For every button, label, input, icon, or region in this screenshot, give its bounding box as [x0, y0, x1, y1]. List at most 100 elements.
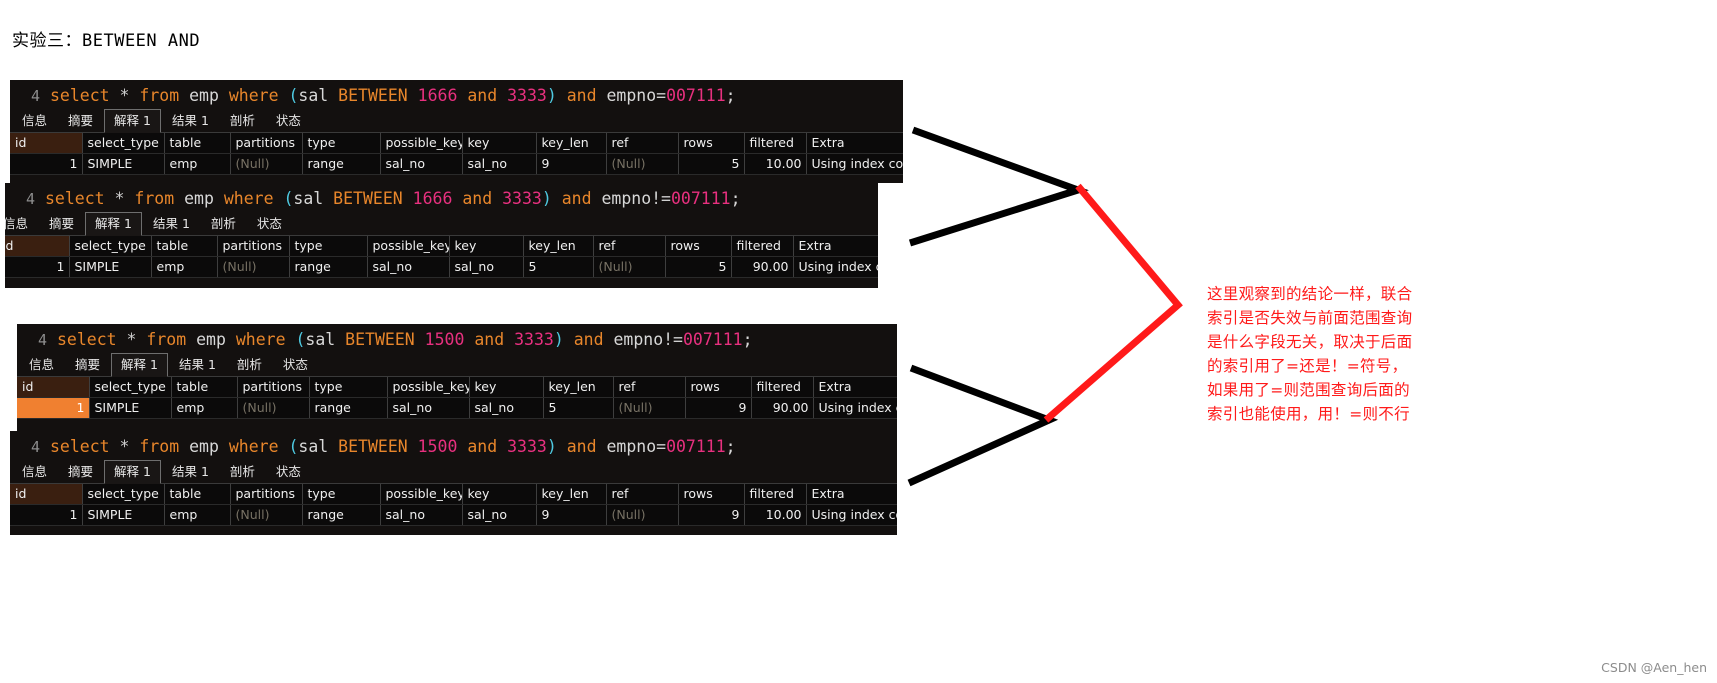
col-type[interactable]: type: [302, 133, 381, 154]
col-filtered[interactable]: filtered: [751, 377, 814, 398]
col-rows[interactable]: rows: [678, 484, 745, 505]
cell-type[interactable]: range: [302, 153, 381, 175]
col-rows[interactable]: rows: [685, 377, 752, 398]
cell-table[interactable]: emp: [171, 397, 238, 419]
col-type[interactable]: type: [289, 236, 368, 257]
tab-status[interactable]: 状态: [272, 354, 318, 376]
col-rows[interactable]: rows: [665, 236, 732, 257]
cell-rows[interactable]: 9: [678, 504, 745, 526]
cell-extra[interactable]: Using index cond: [793, 256, 878, 278]
cell-extra[interactable]: Using index cond: [806, 153, 903, 175]
tab-profile[interactable]: 剖析: [226, 354, 272, 376]
sql-code-line-3[interactable]: 4 select * from emp where (sal BETWEEN 1…: [17, 324, 897, 355]
col-key-len[interactable]: key_len: [523, 236, 594, 257]
cell-type[interactable]: range: [289, 256, 368, 278]
cell-key[interactable]: sal_no: [469, 397, 544, 419]
cell-id[interactable]: 1: [5, 256, 70, 278]
tab-explain[interactable]: 解释 1: [111, 353, 168, 377]
cell-select-type[interactable]: SIMPLE: [89, 397, 172, 419]
col-key[interactable]: key: [462, 133, 537, 154]
cell-rows[interactable]: 5: [665, 256, 732, 278]
table-row[interactable]: 1 SIMPLE emp (Null) range sal_no sal_no …: [10, 153, 903, 175]
tab-result[interactable]: 结果 1: [161, 461, 219, 483]
col-possible-keys[interactable]: possible_keys: [380, 484, 463, 505]
col-ref[interactable]: ref: [606, 484, 679, 505]
sql-code-line-2[interactable]: 4 select * from emp where (sal BETWEEN 1…: [5, 183, 878, 214]
cell-extra[interactable]: Using index cond: [806, 504, 897, 526]
col-possible-keys[interactable]: possible_keys: [367, 236, 450, 257]
cell-partitions[interactable]: (Null): [230, 153, 303, 175]
cell-ref[interactable]: (Null): [606, 504, 679, 526]
cell-key[interactable]: sal_no: [449, 256, 524, 278]
table-row[interactable]: 1 SIMPLE emp (Null) range sal_no sal_no …: [10, 504, 897, 526]
tab-result[interactable]: 结果 1: [142, 213, 200, 235]
tab-summary[interactable]: 摘要: [39, 213, 85, 235]
cell-extra[interactable]: Using index cond: [813, 397, 897, 419]
cell-key[interactable]: sal_no: [462, 153, 537, 175]
col-select-type[interactable]: select_type: [82, 133, 165, 154]
col-id[interactable]: id: [5, 236, 70, 257]
col-table[interactable]: table: [171, 377, 238, 398]
col-filtered[interactable]: filtered: [744, 484, 807, 505]
cell-type[interactable]: range: [309, 397, 388, 419]
cell-key-len[interactable]: 9: [536, 504, 607, 526]
col-id[interactable]: id: [10, 133, 83, 154]
sql-code-line-1[interactable]: 4 select * from emp where (sal BETWEEN 1…: [10, 80, 903, 111]
cell-filtered[interactable]: 90.00: [731, 256, 794, 278]
col-filtered[interactable]: filtered: [731, 236, 794, 257]
cell-key-len[interactable]: 5: [523, 256, 594, 278]
col-partitions[interactable]: partitions: [217, 236, 290, 257]
tab-info[interactable]: 信息: [19, 354, 65, 376]
cell-key-len[interactable]: 5: [543, 397, 614, 419]
cell-id[interactable]: 1: [17, 397, 90, 419]
cell-select-type[interactable]: SIMPLE: [82, 504, 165, 526]
tab-explain[interactable]: 解释 1: [104, 109, 161, 133]
col-key[interactable]: key: [449, 236, 524, 257]
cell-rows[interactable]: 5: [678, 153, 745, 175]
cell-table[interactable]: emp: [164, 504, 231, 526]
tab-info[interactable]: 信息: [12, 461, 58, 483]
sql-code-line-4[interactable]: 4 select * from emp where (sal BETWEEN 1…: [10, 431, 897, 462]
col-possible-keys[interactable]: possible_keys: [387, 377, 470, 398]
cell-id[interactable]: 1: [10, 153, 83, 175]
tab-info[interactable]: 信息: [5, 213, 39, 235]
cell-key-len[interactable]: 9: [536, 153, 607, 175]
tab-explain[interactable]: 解释 1: [104, 460, 161, 484]
col-ref[interactable]: ref: [613, 377, 686, 398]
col-filtered[interactable]: filtered: [744, 133, 807, 154]
tab-profile[interactable]: 剖析: [219, 461, 265, 483]
cell-partitions[interactable]: (Null): [237, 397, 310, 419]
tab-status[interactable]: 状态: [265, 110, 311, 132]
tab-status[interactable]: 状态: [265, 461, 311, 483]
col-table[interactable]: table: [151, 236, 218, 257]
table-row[interactable]: 1 SIMPLE emp (Null) range sal_no sal_no …: [17, 397, 897, 419]
col-id[interactable]: id: [10, 484, 83, 505]
col-table[interactable]: table: [164, 484, 231, 505]
tab-profile[interactable]: 剖析: [219, 110, 265, 132]
tab-result[interactable]: 结果 1: [161, 110, 219, 132]
cell-rows[interactable]: 9: [685, 397, 752, 419]
col-key-len[interactable]: key_len: [536, 484, 607, 505]
col-extra[interactable]: Extra: [806, 484, 897, 505]
tab-status[interactable]: 状态: [246, 213, 292, 235]
cell-select-type[interactable]: SIMPLE: [69, 256, 152, 278]
col-type[interactable]: type: [302, 484, 381, 505]
col-partitions[interactable]: partitions: [230, 484, 303, 505]
cell-possible-keys[interactable]: sal_no: [380, 504, 463, 526]
cell-select-type[interactable]: SIMPLE: [82, 153, 165, 175]
cell-possible-keys[interactable]: sal_no: [387, 397, 470, 419]
tab-info[interactable]: 信息: [12, 110, 58, 132]
cell-type[interactable]: range: [302, 504, 381, 526]
col-partitions[interactable]: partitions: [237, 377, 310, 398]
table-row[interactable]: 1 SIMPLE emp (Null) range sal_no sal_no …: [5, 256, 878, 278]
cell-ref[interactable]: (Null): [613, 397, 686, 419]
col-table[interactable]: table: [164, 133, 231, 154]
cell-filtered[interactable]: 10.00: [744, 153, 807, 175]
col-select-type[interactable]: select_type: [82, 484, 165, 505]
col-id[interactable]: id: [17, 377, 90, 398]
col-key[interactable]: key: [462, 484, 537, 505]
cell-possible-keys[interactable]: sal_no: [380, 153, 463, 175]
cell-table[interactable]: emp: [164, 153, 231, 175]
col-extra[interactable]: Extra: [806, 133, 903, 154]
tab-profile[interactable]: 剖析: [200, 213, 246, 235]
